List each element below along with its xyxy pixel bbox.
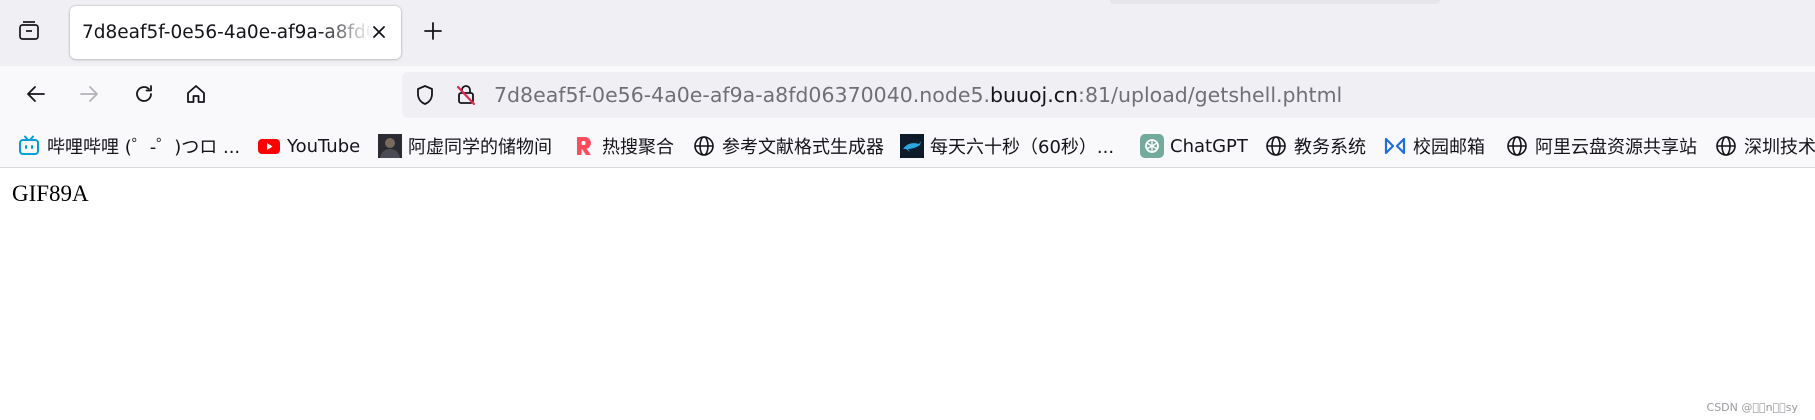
back-button[interactable] (18, 78, 54, 114)
bookmark-item[interactable]: 教务系统 (1264, 131, 1366, 161)
url-prefix: 7d8eaf5f-0e56-4a0e-af9a-a8fd06370040.nod… (494, 83, 991, 107)
bookmark-item[interactable]: 阿虚同学的储物间 (378, 131, 552, 161)
bookmark-item[interactable]: YouTube (257, 131, 360, 161)
bookmark-label: 阿虚同学的储物间 (408, 137, 552, 158)
youtube-icon (257, 134, 281, 158)
url-path: :81/upload/getshell.phtml (1078, 83, 1343, 107)
bookmark-item[interactable]: 哔哩哔哩 (゜-゜)つロ ... (17, 131, 240, 161)
url-text[interactable]: 7d8eaf5f-0e56-4a0e-af9a-a8fd06370040.nod… (494, 72, 1342, 118)
mail-logo-icon (1383, 134, 1407, 158)
r-logo-icon (572, 134, 596, 158)
globe-icon (1714, 134, 1738, 158)
chatgpt-icon (1140, 134, 1164, 158)
bookmark-item[interactable]: ChatGPT (1140, 131, 1248, 161)
tab-strip: 7d8eaf5f-0e56-4a0e-af9a-a8fd06370040.nod… (0, 0, 1815, 66)
bookmark-label: YouTube (287, 135, 361, 157)
bookmark-item[interactable]: 每天六十秒（60秒）... (900, 131, 1114, 161)
tab-list-button[interactable] (12, 16, 46, 50)
back-arrow-icon (24, 82, 48, 110)
address-bar[interactable]: 7d8eaf5f-0e56-4a0e-af9a-a8fd06370040.nod… (402, 72, 1815, 118)
bookmark-label: 热搜聚合 (602, 137, 674, 158)
reload-icon (132, 82, 156, 110)
globe-icon (692, 134, 716, 158)
globe-icon (1264, 134, 1288, 158)
bookmark-item[interactable]: 校园邮箱 (1383, 131, 1485, 161)
globe-icon (1505, 134, 1529, 158)
bookmark-item[interactable]: 深圳技术 (1714, 131, 1815, 161)
close-tab-icon[interactable] (367, 20, 391, 44)
bookmark-label: 参考文献格式生成器 (722, 137, 884, 158)
insecure-lock-icon[interactable] (452, 81, 480, 109)
bookmark-label: 每天六十秒（60秒）... (930, 137, 1115, 158)
reload-button[interactable] (126, 78, 162, 114)
tabstrip-shadow (1110, 0, 1440, 4)
watermark: CSDN @  n  sy (1706, 401, 1798, 414)
page-body-text: GIF89A (12, 181, 89, 206)
bookmarks-toolbar: 哔哩哔哩 (゜-゜)つロ ... YouTube 阿虚同学的储物间 热搜聚合 参… (0, 125, 1815, 168)
home-icon (184, 82, 208, 110)
bookmark-label: 教务系统 (1294, 137, 1366, 158)
tracking-protection-shield-icon[interactable] (411, 81, 439, 109)
page-content: GIF89A CSDN @  n  sy (0, 169, 1815, 420)
navigation-bar: 7d8eaf5f-0e56-4a0e-af9a-a8fd06370040.nod… (0, 66, 1815, 125)
bookmark-label: 哔哩哔哩 (゜-゜)つロ ... (47, 137, 241, 158)
dolphin-icon (900, 134, 924, 158)
bookmark-item[interactable]: 参考文献格式生成器 (692, 131, 884, 161)
bookmark-label: 校园邮箱 (1413, 137, 1485, 158)
active-tab[interactable]: 7d8eaf5f-0e56-4a0e-af9a-a8fd06370040.nod… (70, 6, 401, 59)
bilibili-icon (17, 134, 41, 158)
avatar-icon (378, 134, 402, 158)
bookmark-label: ChatGPT (1170, 135, 1248, 157)
bookmark-label: 阿里云盘资源共享站 (1535, 137, 1697, 158)
plus-icon (423, 21, 443, 45)
forward-button[interactable] (71, 78, 107, 114)
bookmark-item[interactable]: 热搜聚合 (572, 131, 674, 161)
home-button[interactable] (178, 78, 214, 114)
bookmark-item[interactable]: 阿里云盘资源共享站 (1505, 131, 1697, 161)
tab-list-icon (17, 19, 41, 47)
tab-title: 7d8eaf5f-0e56-4a0e-af9a-a8fd06370040.nod… (82, 22, 372, 43)
new-tab-button[interactable] (416, 16, 450, 50)
url-domain: buuoj.cn (990, 83, 1079, 107)
bookmark-label: 深圳技术 (1744, 137, 1815, 158)
forward-arrow-icon (77, 82, 101, 110)
